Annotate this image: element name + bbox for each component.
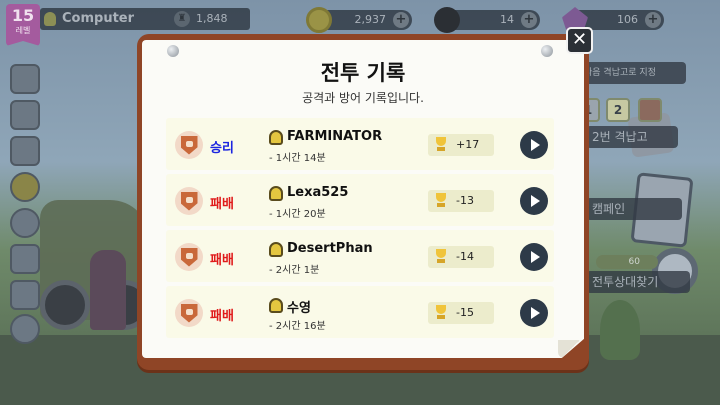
trophy-delta: -13 [456,194,474,207]
battle-time: - 2시간 16분 [269,321,326,332]
trophy-delta: -15 [456,306,474,319]
trophy-icon [434,249,448,263]
settings-gear-icon[interactable] [10,314,40,344]
battle-time: - 1시간 14분 [269,153,326,164]
clock-icon[interactable] [10,208,40,238]
tree [600,300,640,360]
trophy-delta: -14 [456,250,474,263]
pin-icon [167,45,179,57]
trophy-icon: ♜ [174,11,190,27]
player-bar[interactable]: Computer ♜ 1,848 [40,8,250,30]
coin-counter: 2,937 + [306,7,412,33]
opponent-name: Lexa525 [287,185,349,200]
close-button[interactable]: ✕ [566,27,593,54]
find-opponent-label[interactable]: 전투상대찾기 [586,271,690,293]
pin-icon [541,45,553,57]
trophy-icon [434,137,448,151]
vehicle-wheel [40,280,90,330]
hangar-slot[interactable]: 2 [606,98,630,122]
battle-result: 승리 [210,141,234,156]
bomb-icon [434,7,460,33]
battle-row: 패배 수영 - 2시간 16분 -15 [166,286,554,338]
hangar-2-label[interactable]: 2번 격납고 [586,126,678,148]
battle-result: 패배 [210,253,234,268]
battle-time: - 1시간 20분 [269,209,326,220]
background-character [90,250,126,330]
search-cost: 60 [596,255,658,269]
bomb-value: 14 [500,13,514,26]
battle-result: 패배 [210,197,234,212]
trophy-count: 1,848 [196,12,228,25]
replay-button[interactable] [520,131,548,159]
battle-row: 패배 Lexa525 - 1시간 20분 -13 [166,174,554,226]
hangar-slot[interactable] [638,98,662,122]
mail-icon[interactable] [10,100,40,130]
set-next-hangar-label[interactable]: 다음 격납고로 지정 [578,62,686,84]
friends-icon[interactable] [10,244,40,274]
trophy-delta-box: -13 [428,190,494,212]
bag-icon[interactable] [10,280,40,310]
opponent-bulb-icon [269,298,283,313]
opponent-bulb-icon [269,186,283,201]
defense-shield-icon [175,131,203,159]
add-gems-button[interactable]: + [645,12,661,28]
campaign-label[interactable]: 캠페인 [586,198,682,220]
defense-shield-icon [175,243,203,271]
battle-list: 승리 FARMINATOR - 1시간 14분 +17 패배 Lexa525 -… [166,118,554,342]
trophy-icon [434,193,448,207]
battle-result: 패배 [210,309,234,324]
replay-button[interactable] [520,187,548,215]
trophy-delta-box: -14 [428,246,494,268]
add-coins-button[interactable]: + [393,12,409,28]
replay-button[interactable] [520,299,548,327]
paper-curl [558,340,584,358]
player-name: Computer [62,11,135,26]
shop-icon[interactable] [10,136,40,166]
bulb-icon [44,12,56,26]
trophy-delta-box: +17 [428,134,494,156]
trophy-icon [434,305,448,319]
modal-title: 전투 기록 [320,61,406,85]
level-badge[interactable]: 15 레벨 [6,4,40,46]
coin-value: 2,937 [354,13,387,26]
level-number: 15 [11,6,35,25]
opponent-name: FARMINATOR [287,129,383,144]
coin-icon [306,7,332,33]
gem-value: 106 [617,13,638,26]
defense-shield-icon [175,187,203,215]
battle-row: 패배 DesertPhan - 2시간 1분 -14 [166,230,554,282]
add-bombs-button[interactable]: + [521,12,537,28]
replay-button[interactable] [520,243,548,271]
opponent-bulb-icon [269,242,283,257]
trophy-delta: +17 [456,138,480,151]
news-icon[interactable] [10,64,40,94]
opponent-name: DesertPhan [287,241,373,256]
defense-shield-icon [175,299,203,327]
battle-time: - 2시간 1분 [269,265,320,276]
modal-subtitle: 공격과 방어 기록입니다. [302,91,424,105]
battle-row: 승리 FARMINATOR - 1시간 14분 +17 [166,118,554,170]
opponent-bulb-icon [269,130,283,145]
opponent-name: 수영 [287,301,311,316]
level-caption: 레벨 [15,26,31,35]
achievement-icon[interactable] [10,172,40,202]
trophy-delta-box: -15 [428,302,494,324]
bomb-counter: 14 + [434,7,540,33]
